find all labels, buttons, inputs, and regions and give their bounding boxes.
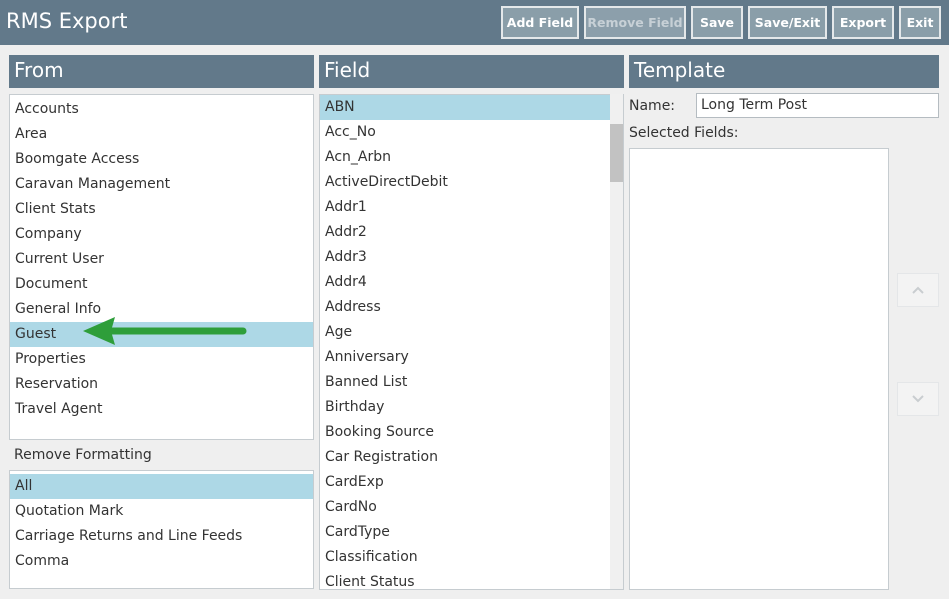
formatting-item-comma[interactable]: Comma [10,549,313,574]
field-item[interactable]: Birthday [320,395,623,420]
field-item[interactable]: Addr4 [320,270,623,295]
selected-fields-label: Selected Fields: [629,125,739,141]
move-down-button[interactable] [897,382,939,416]
field-item[interactable]: Client Status [320,570,623,589]
chevron-up-icon [912,286,924,294]
from-item-company[interactable]: Company [10,222,313,247]
app-title: RMS Export [6,9,128,33]
template-header: Template [629,55,939,88]
field-item[interactable]: CardExp [320,470,623,495]
field-item[interactable]: Addr3 [320,245,623,270]
scroll-thumb[interactable] [610,124,623,182]
move-up-button[interactable] [897,273,939,307]
from-list[interactable]: Accounts Area Boomgate Access Caravan Ma… [9,94,314,440]
field-item[interactable]: Address [320,295,623,320]
from-item-caravan-management[interactable]: Caravan Management [10,172,313,197]
add-field-button[interactable]: Add Field [501,6,579,39]
field-item[interactable]: CardNo [320,495,623,520]
top-bar: RMS Export Add Field Remove Field Save S… [0,0,949,45]
field-item[interactable]: Banned List [320,370,623,395]
field-header: Field [319,55,624,88]
field-item[interactable]: Classification [320,545,623,570]
remove-field-button[interactable]: Remove Field [584,6,686,39]
export-button[interactable]: Export [832,6,894,39]
field-list[interactable]: ABN Acc_No Acn_Arbn ActiveDirectDebit Ad… [319,94,624,590]
field-item[interactable]: Booking Source [320,420,623,445]
from-item-boomgate-access[interactable]: Boomgate Access [10,147,313,172]
field-item[interactable]: ABN [320,95,623,120]
from-item-client-stats[interactable]: Client Stats [10,197,313,222]
from-item-area[interactable]: Area [10,122,313,147]
field-item[interactable]: Anniversary [320,345,623,370]
selected-fields-list[interactable] [629,148,889,590]
field-item[interactable]: Acc_No [320,120,623,145]
formatting-item-all[interactable]: All [10,474,313,499]
save-exit-button[interactable]: Save/Exit [748,6,827,39]
field-item[interactable]: Addr1 [320,195,623,220]
field-list-scrollbar[interactable] [610,94,623,589]
remove-formatting-label: Remove Formatting [14,447,152,463]
field-item[interactable]: ActiveDirectDebit [320,170,623,195]
from-item-document[interactable]: Document [10,272,313,297]
field-item[interactable]: CardType [320,520,623,545]
chevron-down-icon [912,395,924,403]
from-item-accounts[interactable]: Accounts [10,97,313,122]
from-item-reservation[interactable]: Reservation [10,372,313,397]
field-item[interactable]: Acn_Arbn [320,145,623,170]
formatting-item-carriage-returns[interactable]: Carriage Returns and Line Feeds [10,524,313,549]
field-item[interactable]: Car Registration [320,445,623,470]
green-arrow-icon [83,317,247,345]
field-item[interactable]: Addr2 [320,220,623,245]
from-item-current-user[interactable]: Current User [10,247,313,272]
from-header: From [9,55,314,88]
from-item-travel-agent[interactable]: Travel Agent [10,397,313,422]
template-name-input[interactable]: Long Term Post [696,93,939,118]
save-button[interactable]: Save [691,6,743,39]
from-item-properties[interactable]: Properties [10,347,313,372]
remove-formatting-list[interactable]: All Quotation Mark Carriage Returns and … [9,470,314,589]
field-item[interactable]: Age [320,320,623,345]
name-label: Name: [629,98,676,114]
formatting-item-quotation-mark[interactable]: Quotation Mark [10,499,313,524]
exit-button[interactable]: Exit [899,6,941,39]
